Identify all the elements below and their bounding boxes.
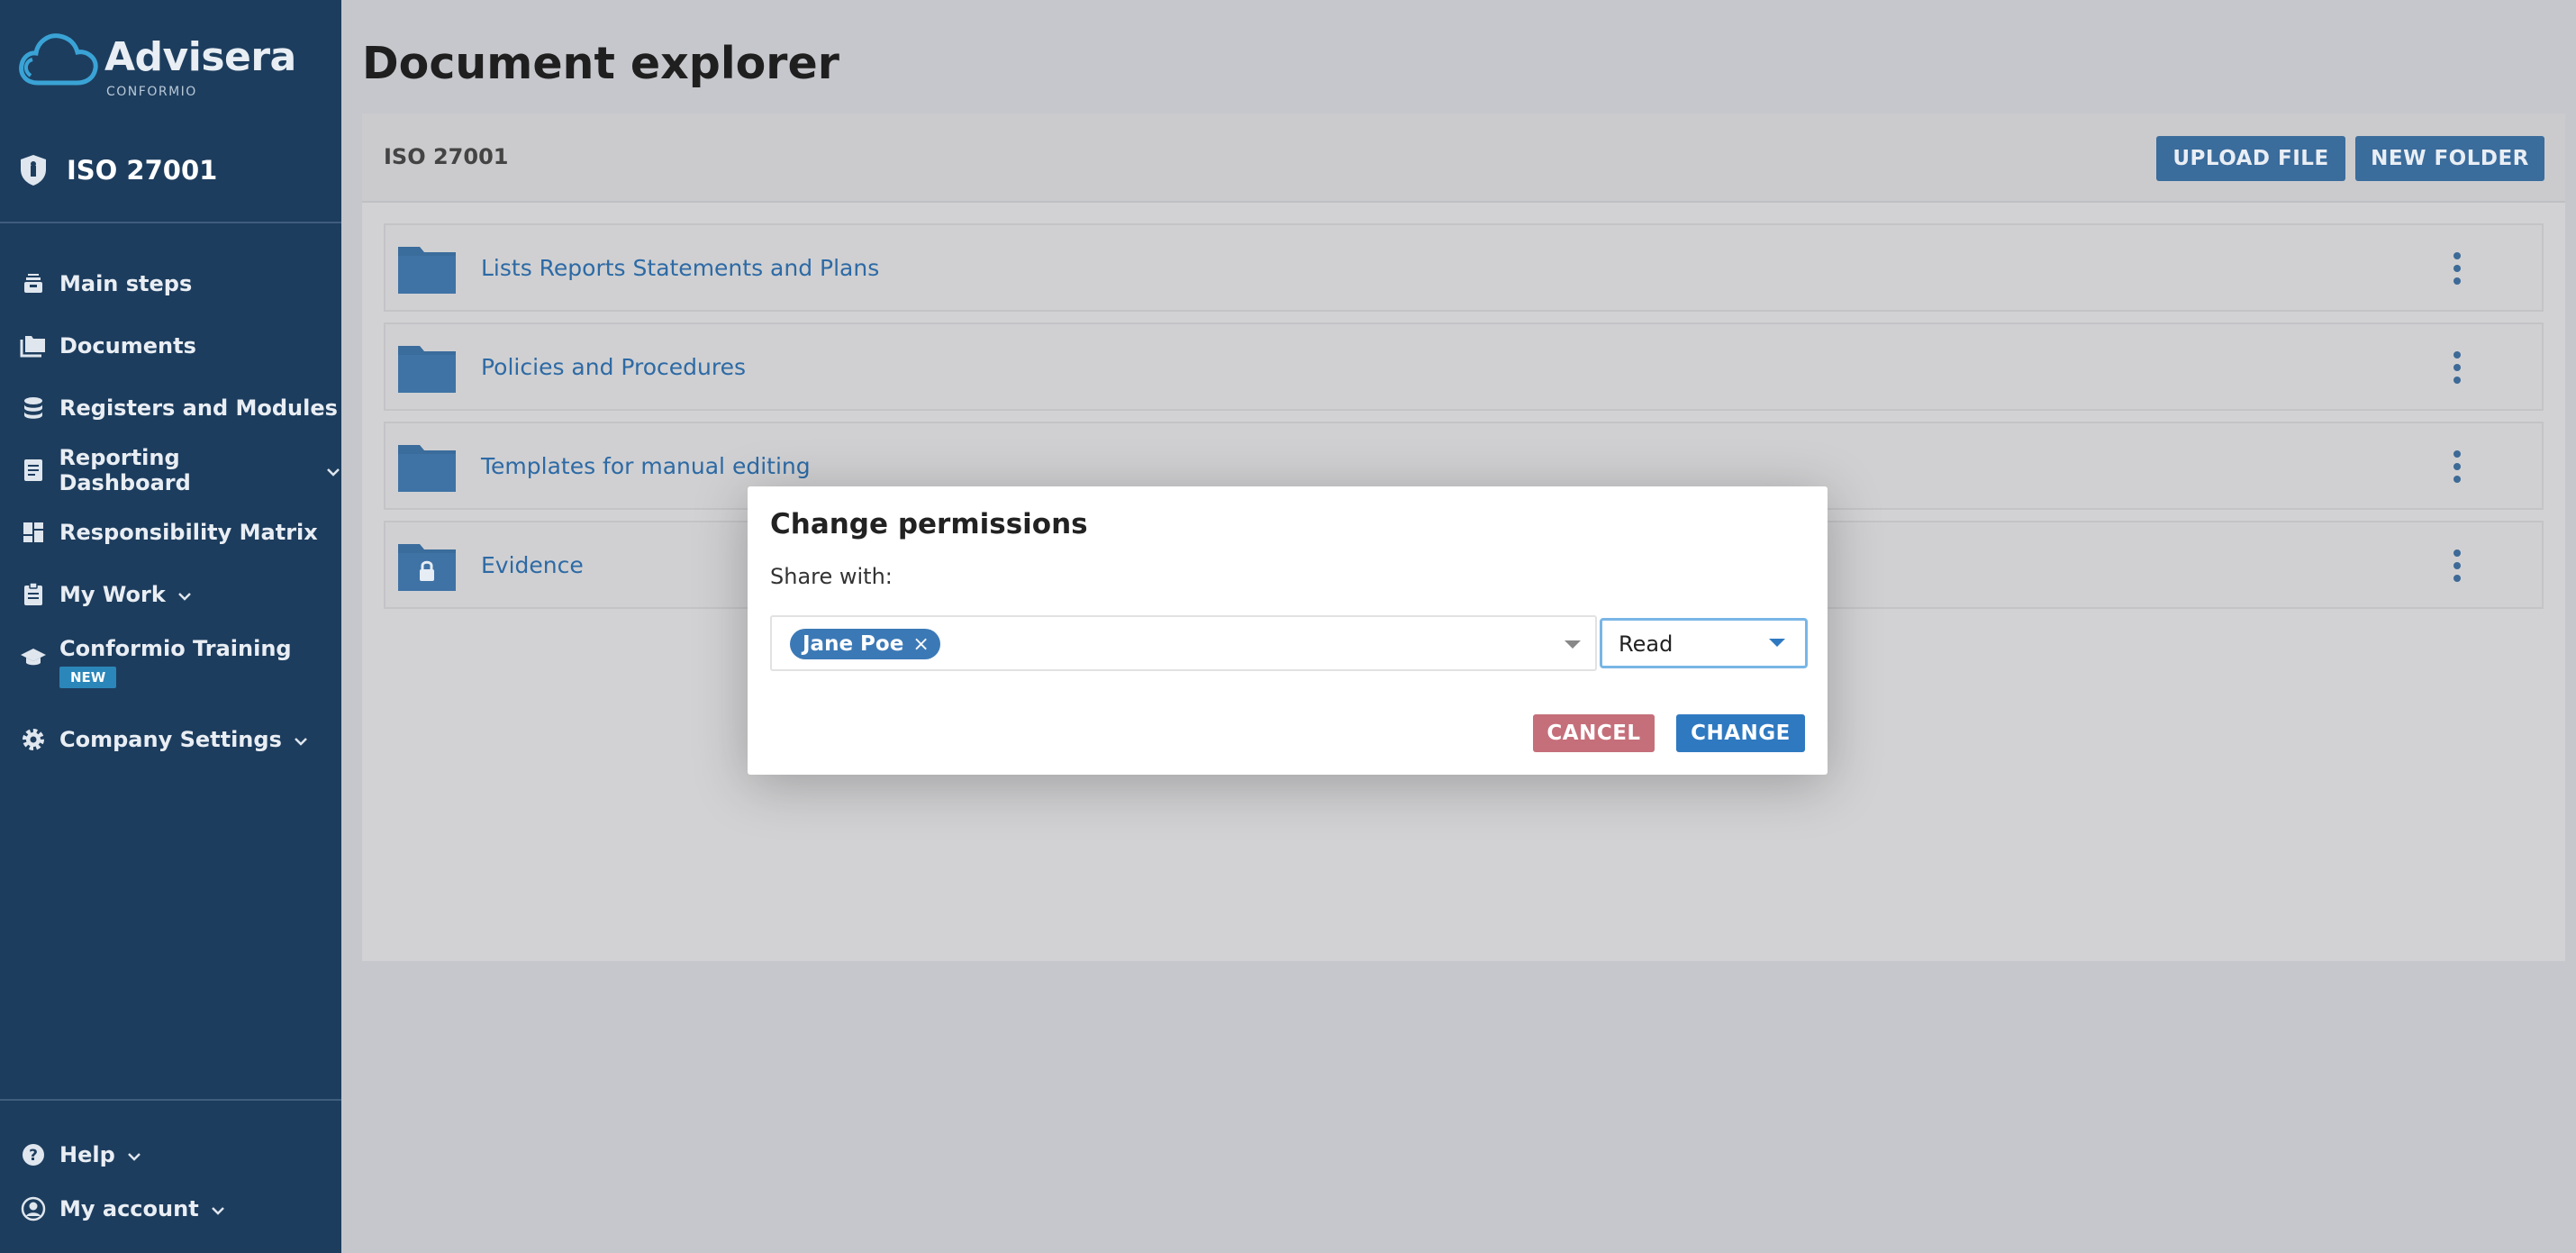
user-chip-label: Jane Poe: [803, 632, 904, 656]
sidebar-item-label: Company Settings: [59, 726, 282, 752]
sidebar-divider: [0, 1099, 341, 1101]
more-options-icon[interactable]: [2454, 549, 2461, 582]
sidebar-item-label: My Work: [59, 581, 166, 607]
folder-name[interactable]: Lists Reports Statements and Plans: [481, 255, 879, 281]
chevron-down-icon: [126, 1142, 142, 1167]
sidebar-divider: [0, 222, 341, 223]
upload-file-button[interactable]: UPLOAD FILE: [2156, 136, 2345, 181]
chevron-down-icon: [325, 458, 341, 483]
inbox-stack-icon: [20, 270, 47, 297]
new-badge: NEW: [59, 667, 117, 688]
new-folder-button[interactable]: NEW FOLDER: [2355, 136, 2544, 181]
folder-name[interactable]: Templates for manual editing: [481, 453, 811, 479]
gear-icon: [20, 726, 47, 753]
permission-value: Read: [1619, 631, 1673, 657]
product-selector[interactable]: ISO 27001: [18, 148, 217, 193]
advisera-logo[interactable]: Advisera CONFORMIO: [18, 27, 306, 99]
sidebar: Advisera CONFORMIO ISO 27001 Main steps …: [0, 0, 341, 1253]
sidebar-item-registers[interactable]: Registers and Modules: [0, 377, 341, 439]
more-options-icon[interactable]: [2454, 450, 2461, 483]
dropdown-caret-icon[interactable]: [1565, 640, 1581, 649]
sidebar-item-label: Registers and Modules: [59, 395, 338, 421]
cancel-button[interactable]: CANCEL: [1533, 714, 1655, 752]
sidebar-item-label: Help: [59, 1142, 115, 1167]
report-icon: [20, 457, 46, 484]
question-circle-icon: ?: [20, 1141, 47, 1168]
clipboard-icon: [20, 581, 47, 608]
remove-chip-icon[interactable]: ×: [912, 633, 929, 656]
folder-row[interactable]: Policies and Procedures: [384, 322, 2544, 411]
sidebar-item-label: Reporting Dashboard: [59, 444, 191, 495]
folder-icon: [398, 241, 456, 294]
folder-row[interactable]: Lists Reports Statements and Plans: [384, 223, 2544, 312]
sidebar-item-responsibility-matrix[interactable]: Responsibility Matrix: [0, 501, 341, 563]
sidebar-item-label: Main steps: [59, 270, 193, 296]
sidebar-item-label: Documents: [59, 332, 196, 359]
sidebar-item-reporting-dashboard[interactable]: Reporting Dashboard: [0, 439, 341, 501]
sidebar-nav: Main steps Documents Registers and Modul…: [0, 252, 341, 770]
share-with-label: Share with:: [770, 564, 893, 589]
share-with-select[interactable]: Jane Poe ×: [770, 615, 1597, 671]
graduation-cap-icon: [20, 643, 47, 670]
folder-icon: [398, 340, 456, 393]
database-icon: [20, 395, 47, 422]
svg-text:?: ?: [29, 1147, 38, 1165]
folder-icon: [398, 440, 456, 492]
panel-header: ISO 27001 UPLOAD FILE NEW FOLDER: [362, 113, 2565, 203]
dialog-title: Change permissions: [770, 508, 1088, 540]
sidebar-item-help[interactable]: ? Help: [0, 1128, 341, 1182]
breadcrumb[interactable]: ISO 27001: [384, 144, 508, 169]
brand-name: Advisera: [104, 34, 296, 80]
more-options-icon[interactable]: [2454, 252, 2461, 285]
permission-select[interactable]: Read: [1600, 618, 1808, 668]
folder-name[interactable]: Evidence: [481, 552, 584, 578]
change-permissions-dialog: Change permissions Share with: Jane Poe …: [748, 486, 1828, 775]
brand-subtitle: CONFORMIO: [106, 85, 197, 99]
dropdown-caret-icon: [1769, 639, 1785, 647]
sidebar-item-company-settings[interactable]: Company Settings: [0, 708, 341, 770]
folders-icon: [20, 332, 47, 359]
chevron-down-icon: [210, 1196, 226, 1221]
sidebar-item-my-account[interactable]: My account: [0, 1182, 341, 1236]
shield-icon: [21, 155, 46, 186]
sidebar-bottom-nav: ? Help My account: [0, 1128, 341, 1236]
cloud-logo-icon: [19, 33, 98, 86]
user-circle-icon: [20, 1195, 47, 1222]
user-chip: Jane Poe ×: [790, 629, 940, 659]
folder-name[interactable]: Policies and Procedures: [481, 354, 746, 380]
dashboard-grid-icon: [20, 519, 47, 546]
more-options-icon[interactable]: [2454, 351, 2461, 384]
chevron-down-icon: [177, 582, 193, 607]
locked-folder-icon: [398, 539, 456, 591]
product-name: ISO 27001: [67, 155, 218, 186]
sidebar-item-my-work[interactable]: My Work: [0, 563, 341, 625]
sidebar-item-documents[interactable]: Documents: [0, 314, 341, 377]
page-title: Document explorer: [362, 38, 839, 89]
sidebar-item-conformio-training[interactable]: Conformio Training NEW: [0, 625, 341, 708]
sidebar-item-label: Conformio Training: [59, 636, 292, 661]
sidebar-item-main-steps[interactable]: Main steps: [0, 252, 341, 314]
sidebar-item-label: My account: [59, 1196, 199, 1221]
sidebar-item-label: Responsibility Matrix: [59, 519, 318, 545]
chevron-down-icon: [293, 727, 309, 752]
change-button[interactable]: CHANGE: [1676, 714, 1805, 752]
